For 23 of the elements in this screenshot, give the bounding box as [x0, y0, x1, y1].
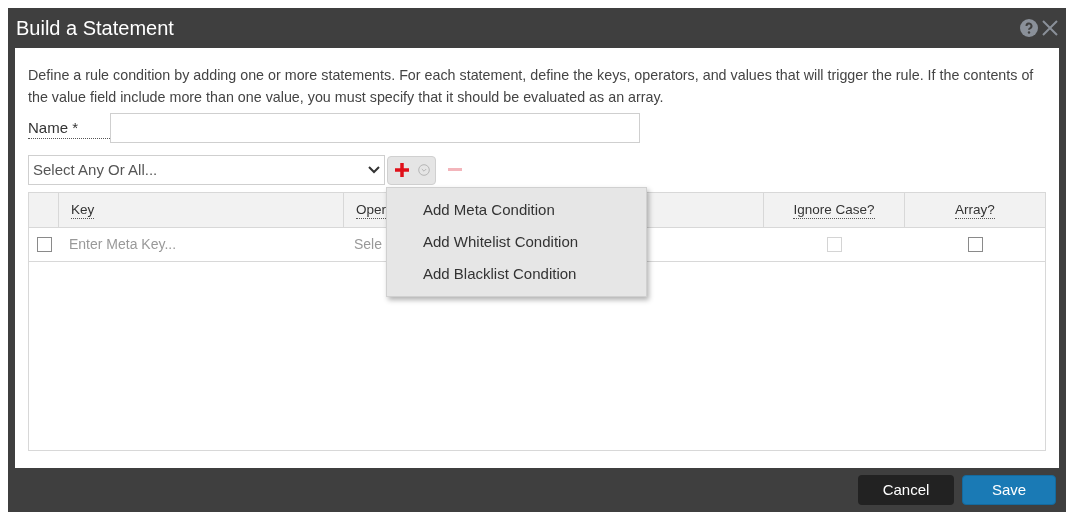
column-header: Array? — [955, 201, 995, 219]
chevron-down-icon — [368, 166, 380, 174]
menu-item[interactable]: Add Blacklist Condition — [387, 258, 646, 290]
column-header: Ignore Case? — [793, 201, 875, 219]
plus-icon — [393, 162, 410, 178]
menu-item[interactable]: Add Whitelist Condition — [387, 226, 646, 258]
row-checkbox[interactable] — [36, 237, 52, 252]
close-icon[interactable] — [1042, 20, 1058, 36]
name-input[interactable] — [110, 113, 640, 143]
help-icon[interactable] — [1020, 19, 1038, 37]
column-header: Oper — [356, 201, 386, 219]
match-select[interactable]: Select Any Or All... — [28, 155, 385, 185]
menu-item[interactable]: Add Meta Condition — [387, 194, 646, 226]
array-checkbox[interactable] — [967, 237, 983, 252]
description: Define a rule condition by adding one or more statements. For each statement, define the keys, operators, and values that will trigger the rule. If the contents of the value field include more than one value, you must specify that it should be evaluated as an array. — [28, 66, 1035, 107]
name-label: Name * — [28, 117, 110, 139]
save-button[interactable]: Save — [962, 475, 1056, 505]
add-condition-button[interactable] — [387, 155, 436, 185]
window-title: Build a Statement — [16, 16, 174, 41]
minus-icon — [448, 168, 462, 172]
cancel-button[interactable]: Cancel — [858, 475, 954, 505]
column-header: Key — [71, 201, 95, 219]
chevron-circle-icon — [417, 164, 430, 176]
